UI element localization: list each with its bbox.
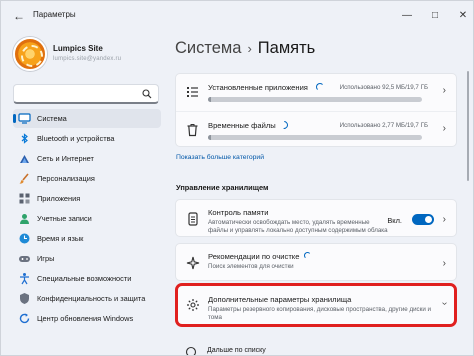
monitor-icon (18, 113, 31, 124)
back-arrow-icon[interactable]: ← (11, 8, 27, 24)
storage-sense-row[interactable]: Контроль памяти Автоматически освобождат… (175, 199, 457, 237)
storage-used-text: Использовано 92,5 МБ/19,7 ГБ (339, 84, 428, 91)
row-title: Контроль памяти (208, 208, 269, 217)
loading-spinner-icon (304, 252, 311, 259)
breadcrumb-separator-icon: › (247, 41, 252, 56)
storage-usage-bar (208, 97, 422, 102)
avatar[interactable] (13, 37, 47, 71)
close-button[interactable]: ✕ (449, 1, 473, 31)
sidebar-item-label: Сеть и Интернет (37, 154, 94, 163)
toggle-knob (425, 216, 432, 223)
breadcrumb-parent[interactable]: Система (175, 39, 241, 57)
row-title: Рекомендации по очистке (208, 252, 300, 261)
chevron-right-icon: › (442, 258, 446, 269)
storage-usage-card: Установленные приложения Использовано 92… (175, 73, 457, 147)
gamepad-icon (19, 256, 30, 262)
maximize-button[interactable]: □ (421, 1, 449, 31)
row-description: Поиск элементов для очистки (208, 263, 294, 270)
loading-spinner-icon (278, 119, 290, 131)
sidebar-item-label: Центр обновления Windows (37, 314, 134, 323)
title-bar: ← Параметры — □ ✕ (1, 1, 473, 31)
gear-icon (187, 299, 199, 311)
search-box[interactable] (13, 84, 159, 104)
breadcrumb: Система › Память (175, 39, 315, 58)
sidebar-item-label: Персонализация (37, 174, 95, 183)
sidebar-item-windows-update[interactable]: Центр обновления Windows (13, 309, 161, 328)
row-title: Дополнительные параметры хранилища (208, 295, 352, 304)
search-icon[interactable] (142, 89, 152, 99)
trash-icon (187, 124, 198, 137)
storage-used-text: Использовано 2,77 МБ/19,7 ГБ (339, 122, 428, 129)
brush-icon (19, 173, 29, 184)
chevron-right-icon: › (442, 214, 446, 225)
chevron-down-icon: › (438, 301, 450, 306)
sidebar-item-accounts[interactable]: Учетные записи (13, 209, 161, 228)
sidebar-item-time-language[interactable]: Время и язык (13, 229, 161, 248)
globe-clock-icon (19, 233, 30, 244)
storage-usage-fill (208, 135, 211, 140)
advanced-storage-settings-row[interactable]: Дополнительные параметры хранилища Парам… (175, 283, 457, 327)
next-row-partial[interactable]: Дальше по списку (175, 343, 457, 355)
storage-usage-bar (208, 135, 422, 140)
profile-email: lumpics.site@yandex.ru (53, 56, 122, 62)
sparkle-icon (186, 256, 200, 270)
row-description: Параметры резервного копирования, дисков… (208, 306, 431, 321)
minimize-button[interactable]: — (393, 1, 421, 31)
storage-drive-icon (188, 212, 198, 226)
wifi-icon (20, 155, 29, 163)
sidebar-item-label: Bluetooth и устройства (37, 134, 115, 143)
storage-management-heading: Управление хранилищем (176, 183, 269, 192)
storage-category-installed-apps[interactable]: Установленные приложения Использовано 92… (176, 74, 456, 111)
sidebar-item-label: Время и язык (37, 234, 84, 243)
toggle-state-label: Вкл. (387, 216, 402, 225)
sidebar-item-label: Система (37, 114, 67, 123)
sidebar-item-privacy[interactable]: Конфиденциальность и защита (13, 289, 161, 308)
settings-window: ← Параметры — □ ✕ Lumpics Site lumpics.s… (0, 0, 474, 356)
show-more-categories-link[interactable]: Показать больше категорий (176, 154, 264, 161)
sidebar-item-gaming[interactable]: Игры (13, 249, 161, 268)
user-icon (20, 214, 29, 224)
sidebar-item-label: Приложения (37, 194, 81, 203)
sidebar-item-accessibility[interactable]: Специальные возможности (13, 269, 161, 288)
sidebar-item-label: Учетные записи (37, 214, 92, 223)
cleanup-recommendations-row[interactable]: Рекомендации по очистке Поиск элементов … (175, 243, 457, 281)
chevron-right-icon: › (442, 123, 446, 134)
update-icon (19, 313, 30, 324)
storage-category-temp-files[interactable]: Временные файлы Использовано 2,77 МБ/19,… (176, 111, 456, 148)
sidebar-item-system[interactable]: Система (13, 109, 161, 128)
sidebar-item-label: Специальные возможности (37, 274, 132, 283)
sidebar-item-apps[interactable]: Приложения (13, 189, 161, 208)
page-title: Память (257, 39, 316, 57)
sidebar-item-label: Игры (37, 254, 55, 263)
apps-icon (19, 193, 30, 204)
accessibility-icon (20, 273, 29, 285)
row-description: Автоматически освобождать место, удалять… (208, 219, 388, 234)
sidebar-nav: Система Bluetooth и устройства Сеть и Ин… (13, 109, 161, 329)
search-input[interactable] (20, 87, 138, 101)
storage-usage-fill (208, 97, 211, 102)
bluetooth-icon (21, 133, 28, 144)
sidebar-item-network[interactable]: Сеть и Интернет (13, 149, 161, 168)
window-title: Параметры (33, 10, 76, 19)
loading-spinner-icon (316, 83, 324, 91)
shield-icon (20, 293, 29, 304)
storage-category-label: Временные файлы (208, 121, 276, 130)
storage-category-label: Установленные приложения (208, 83, 308, 92)
sidebar-item-label: Конфиденциальность и защита (37, 294, 146, 303)
scrollbar[interactable] (467, 71, 469, 181)
list-icon (187, 87, 198, 97)
profile-name: Lumpics Site (53, 44, 103, 53)
row-title: Дальше по списку (207, 347, 266, 354)
storage-sense-toggle[interactable] (412, 214, 434, 225)
sidebar-item-bluetooth[interactable]: Bluetooth и устройства (13, 129, 161, 148)
chevron-right-icon: › (442, 85, 446, 96)
storage-drive-icon (185, 346, 197, 355)
sidebar-item-personalization[interactable]: Персонализация (13, 169, 161, 188)
